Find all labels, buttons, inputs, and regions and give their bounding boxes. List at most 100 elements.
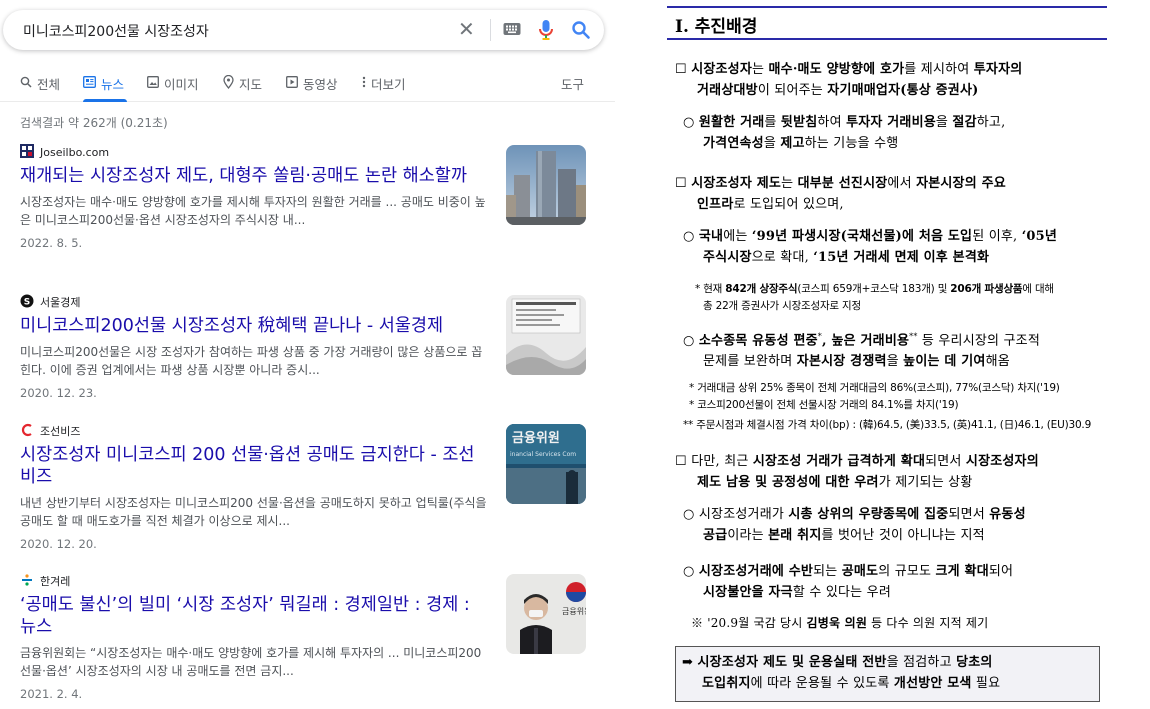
text-run: 시장조성 거래가 급격하게 확대 xyxy=(752,454,926,469)
map-pin-icon xyxy=(223,74,234,92)
text-run: 등 다수 의원 지적 제기 xyxy=(867,616,989,630)
checkbox-marker: ☐ xyxy=(675,454,687,469)
result-source[interactable]: Joseilbo.com xyxy=(20,143,590,159)
text-run: 하고, xyxy=(976,115,1006,130)
result-thumbnail[interactable]: 금융위원 xyxy=(506,574,586,654)
active-tab-indicator xyxy=(83,99,127,102)
site-favicon-icon xyxy=(20,423,34,440)
text-run: 되어 xyxy=(988,564,1014,579)
text-run: 등 우리시장의 구조적 xyxy=(917,333,1040,349)
text-run: 는 xyxy=(752,62,769,77)
search-box[interactable]: 미니코스피200선물 시장조성자 ✕ xyxy=(3,10,604,50)
search-icon[interactable] xyxy=(571,20,591,44)
text-run: ‘05년 xyxy=(1021,229,1058,244)
text-run: 개선방안 모색 xyxy=(893,676,972,691)
result-title-link[interactable]: 재개되는 시장조성자 제도, 대형주 쏠림·공매도 논란 해소할까 xyxy=(20,165,485,187)
search-divider xyxy=(490,19,491,41)
source-name: Joseilbo.com xyxy=(40,145,110,159)
thumbnail-sign-text: 금융위원 xyxy=(512,430,560,446)
text-run: 투자자의 xyxy=(973,62,1023,77)
text-run: 시장조성거래에 수반 xyxy=(698,564,814,579)
text-run: 해옴 xyxy=(985,354,1010,370)
result-snippet: 금융위원회는 “시장조성자는 매수·매도 양방향에 호가를 제시해 투자자의 .… xyxy=(20,646,482,678)
footnote-mark: ** xyxy=(909,332,918,341)
tab-label: 전체 xyxy=(37,77,61,92)
text-run: 시장불안을 자극 xyxy=(703,585,793,600)
text-run: 에는 xyxy=(723,229,752,244)
text-run: 이 되어주는 xyxy=(757,83,828,98)
text-run: 거래상대방 xyxy=(697,83,758,98)
footnote: * 코스피200선물이 전체 선물시장 거래의 84.1%를 차지('19) xyxy=(689,399,959,411)
site-favicon-icon: S xyxy=(20,294,34,311)
text-run: 에서 xyxy=(887,176,917,191)
footnote: ※ '20.9월 국감 당시 김병욱 의원 등 다수 의원 지적 제기 xyxy=(691,613,1111,634)
text-run: 할 수 있다는 우려 xyxy=(792,585,891,600)
text-run: 되면서 xyxy=(925,454,966,469)
text-run: (코스피 659개+코스닥 183개) 및 xyxy=(797,283,951,295)
bullet-circle-marker: ○ xyxy=(683,507,695,522)
search-tabs: 전체 뉴스 이미지 지도 동영상 더보기 도구 xyxy=(0,66,615,102)
microphone-icon[interactable] xyxy=(538,19,554,45)
tab-label: 더보기 xyxy=(371,77,406,92)
result-title-link[interactable]: 미니코스피200선물 시장조성자 稅혜택 끝나나 - 서울경제 xyxy=(20,315,485,337)
tab-more[interactable]: 더보기 xyxy=(362,74,406,93)
thumbnail-backdrop-text: 금융위원 xyxy=(562,607,586,616)
doc-paragraph: ○ 국내에는 ‘99년 파생시장(국채선물)에 처음 도입된 이후, ‘05년 … xyxy=(683,226,1113,268)
site-favicon-icon xyxy=(20,573,34,590)
tab-videos[interactable]: 동영상 xyxy=(286,74,338,93)
text-run: 투자자 거래비용 xyxy=(846,115,936,130)
text-run: 하는 기능을 수행 xyxy=(804,136,899,151)
result-thumbnail[interactable]: 금융위원 inancial Services Com xyxy=(506,424,586,504)
result-thumbnail[interactable] xyxy=(506,295,586,375)
text-run: 다만, 최근 xyxy=(691,454,753,469)
footnote: * 현재 842개 상장주식(코스피 659개+코스닥 183개) 및 206개… xyxy=(695,281,1107,315)
tools-button[interactable]: 도구 xyxy=(561,74,584,93)
text-run: 문제를 보완하며 xyxy=(703,354,797,370)
keyboard-icon[interactable] xyxy=(503,21,521,40)
text-run: 을 점검하고 xyxy=(886,655,957,670)
result-title-link[interactable]: ‘공매도 불신’의 빌미 ‘시장 조성자’ 뭐길래 : 경제일반 : 경제 : … xyxy=(20,594,485,638)
result-source[interactable]: 한겨레 xyxy=(20,573,590,590)
text-run: 대부분 선진시장 xyxy=(797,176,888,191)
text-run: 자본시장 경쟁력 xyxy=(796,354,887,370)
text-run: 매수·매도 양방향에 호가 xyxy=(768,62,905,77)
result-thumbnail[interactable] xyxy=(506,145,586,225)
tab-maps[interactable]: 지도 xyxy=(223,74,262,93)
doc-paragraph: ☐ 시장조성자 제도는 대부분 선진시장에서 자본시장의 주요 인프라로 도입되… xyxy=(675,173,1115,215)
arrow-right-icon: ➡ xyxy=(682,655,694,670)
tab-news[interactable]: 뉴스 xyxy=(83,74,124,93)
text-run: 공급 xyxy=(703,528,728,543)
result-date: 2021. 2. 4. xyxy=(20,687,83,701)
doc-paragraph: ☐ 시장조성자는 매수·매도 양방향에 호가를 제시하여 투자자의 거래상대방이… xyxy=(675,59,1115,101)
bullet-circle-marker: ○ xyxy=(683,564,695,579)
news-result: 조선비즈 시장조성자 미니코스피 200 선물·옵션 공매도 금지한다 - 조선… xyxy=(20,423,590,551)
text-run: 206개 파생상품 xyxy=(950,283,1023,295)
text-run: 가 제기되는 상황 xyxy=(878,475,973,490)
text-run: 시장조성자 xyxy=(691,62,753,77)
text-run: 뒷받침 xyxy=(780,115,818,130)
result-source[interactable]: 조선비즈 xyxy=(20,423,590,440)
source-name: 서울경제 xyxy=(40,296,81,309)
clear-icon[interactable]: ✕ xyxy=(458,18,475,40)
text-run: 으로 확대, xyxy=(751,250,814,265)
text-run: 제도 남용 및 공정성에 대한 우려 xyxy=(697,475,879,490)
tab-images[interactable]: 이미지 xyxy=(147,74,199,93)
doc-paragraph: ○ 시장조성거래에 수반되는 공매도의 규모도 크게 확대되어 시장불안을 자극… xyxy=(683,561,1113,603)
tab-all[interactable]: 전체 xyxy=(20,74,60,93)
text-run: 필요 xyxy=(971,676,1001,691)
text-run: 김병욱 의원 xyxy=(806,616,868,630)
result-snippet: 미니코스피200선물은 시장 조성자가 참여하는 파생 상품 중 가장 거래량이… xyxy=(20,345,483,377)
text-run: 본래 취지 xyxy=(768,528,822,543)
search-results-panel: 미니코스피200선물 시장조성자 ✕ 전체 뉴스 이미지 지도 동영상 더보기 … xyxy=(0,0,615,709)
bullet-circle-marker: ○ xyxy=(683,333,695,349)
result-source[interactable]: S 서울경제 xyxy=(20,294,590,311)
search-icon xyxy=(20,76,32,91)
text-run: * 현재 xyxy=(695,283,726,295)
text-run: 당초의 xyxy=(956,655,993,670)
more-vertical-icon xyxy=(362,76,366,91)
search-input[interactable]: 미니코스피200선물 시장조성자 xyxy=(23,21,209,41)
text-run: 된 이후, xyxy=(972,229,1022,244)
doc-paragraph: ☐ 다만, 최근 시장조성 거래가 급격하게 확대되면서 시장조성자의 제도 남… xyxy=(675,451,1115,493)
result-title-link[interactable]: 시장조성자 미니코스피 200 선물·옵션 공매도 금지한다 - 조선비즈 xyxy=(20,444,485,488)
text-run: 총 22개 증권사가 시장조성자로 지정 xyxy=(703,300,861,312)
